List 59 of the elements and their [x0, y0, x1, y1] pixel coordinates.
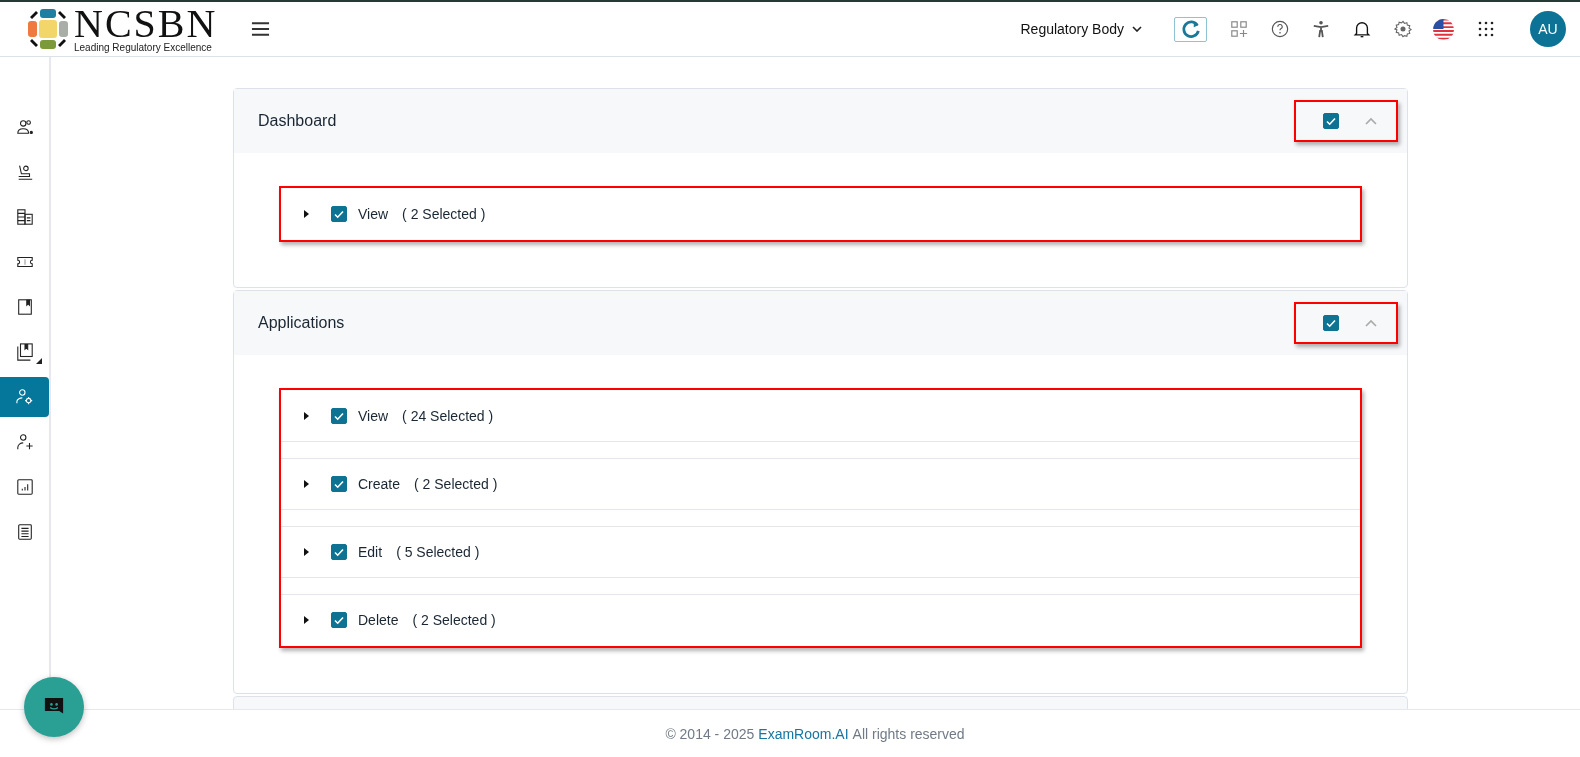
role-dropdown[interactable]: Regulatory Body	[1020, 21, 1142, 37]
selected-count: ( 2 Selected )	[414, 476, 498, 492]
permission-label: Create	[358, 476, 401, 492]
check-icon	[333, 410, 345, 422]
check-icon	[1325, 317, 1337, 329]
accessibility-icon[interactable]	[1312, 20, 1330, 38]
help-icon[interactable]	[1271, 20, 1289, 38]
copyright-text: © 2014 - 2025	[665, 725, 755, 742]
menu-button[interactable]	[251, 22, 271, 36]
check-icon	[333, 546, 345, 558]
section-title: Dashboard	[258, 112, 338, 130]
logo-tagline: Leading Regulatory Excellence	[74, 42, 213, 53]
selected-count: ( 2 Selected )	[402, 206, 486, 222]
permission-checkbox[interactable]	[331, 476, 347, 492]
examroom-link[interactable]: ExamRoom.AI	[758, 725, 849, 742]
permission-checkbox[interactable]	[331, 408, 347, 424]
permission-label: View	[358, 206, 389, 222]
logo-icon	[26, 7, 70, 51]
section-checkbox[interactable]	[1323, 315, 1339, 331]
settings-icon[interactable]	[1394, 20, 1412, 38]
chat-button[interactable]	[24, 677, 84, 737]
flag-icon[interactable]	[1432, 17, 1455, 41]
expand-caret-icon[interactable]	[304, 412, 309, 420]
refresh-icon	[1179, 18, 1202, 40]
bookmark-icon	[15, 298, 34, 316]
permission-label: View	[358, 408, 389, 424]
section-title: Applications	[258, 314, 346, 332]
check-icon	[333, 478, 345, 490]
permission-checkbox[interactable]	[331, 206, 347, 222]
permission-checkbox[interactable]	[331, 612, 347, 628]
user-avatar[interactable]: AU	[1530, 11, 1566, 47]
permission-checkbox[interactable]	[331, 544, 347, 560]
list-icon	[15, 523, 34, 541]
user-add-icon	[15, 433, 34, 451]
expand-caret-icon[interactable]	[304, 210, 309, 218]
permission-label: Delete	[358, 612, 399, 628]
selected-count: ( 5 Selected )	[396, 544, 480, 560]
permission-label: Edit	[358, 544, 383, 560]
people-icon	[15, 118, 34, 136]
check-icon	[333, 614, 345, 626]
selected-count: ( 24 Selected )	[402, 408, 494, 424]
chevron-down-icon	[1132, 26, 1142, 32]
expand-caret-icon[interactable]	[304, 480, 309, 488]
chart-icon	[15, 478, 34, 496]
add-widget-icon[interactable]	[1230, 20, 1248, 38]
check-icon	[1325, 115, 1337, 127]
user-gear-icon	[15, 388, 34, 406]
library-icon	[15, 343, 34, 361]
apps-grid-icon[interactable]	[1478, 21, 1494, 37]
check-icon	[333, 208, 345, 220]
section-checkbox[interactable]	[1323, 113, 1339, 129]
rights-text: All rights reserved	[852, 725, 965, 742]
bell-icon[interactable]	[1353, 20, 1371, 38]
expand-caret-icon[interactable]	[304, 616, 309, 624]
logo-wordmark: NCSBN	[74, 5, 218, 42]
selected-count: ( 2 Selected )	[412, 612, 496, 628]
refresh-button[interactable]	[1174, 16, 1207, 42]
building-icon	[15, 208, 34, 226]
expand-caret-icon[interactable]	[304, 548, 309, 556]
